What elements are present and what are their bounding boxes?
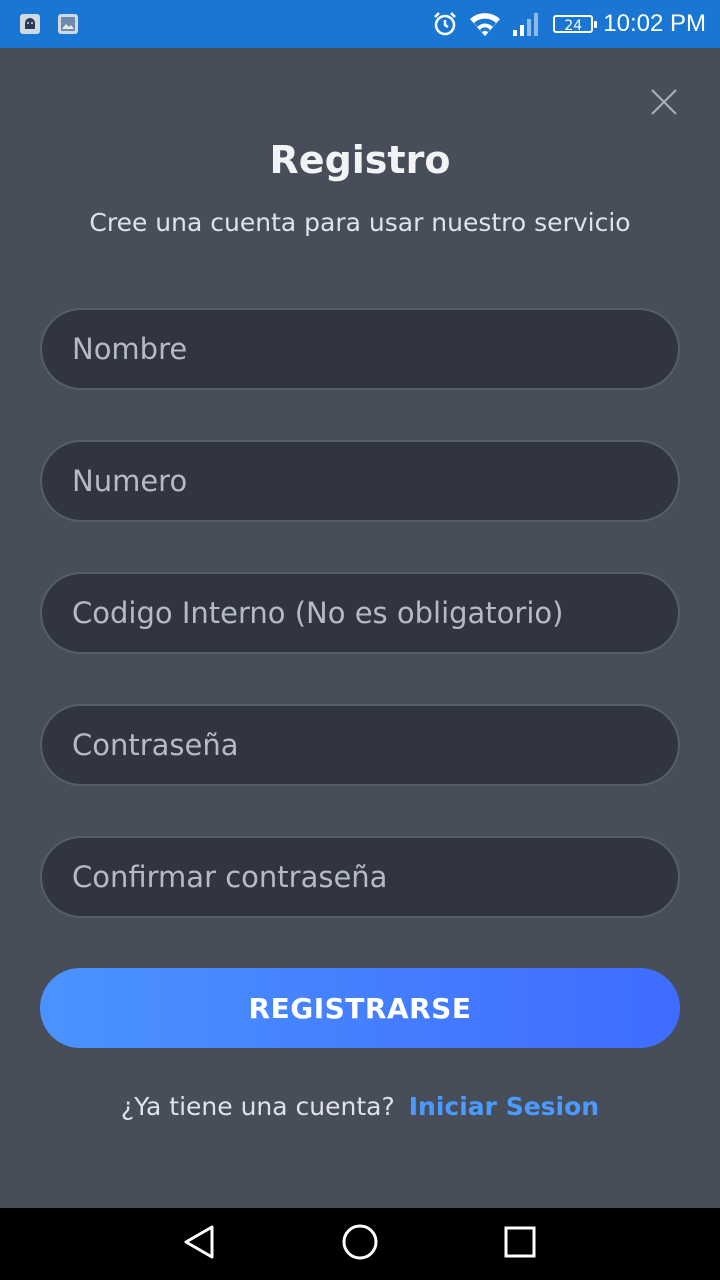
login-link[interactable]: Iniciar Sesion <box>409 1092 599 1121</box>
battery-icon: 24 <box>553 15 598 34</box>
page-subtitle: Cree una cuenta para usar nuestro servic… <box>89 208 631 237</box>
status-time: 10:02 PM <box>603 10 706 37</box>
login-question: ¿Ya tiene una cuenta? <box>120 1092 395 1121</box>
nombre-field[interactable] <box>40 308 680 390</box>
numero-field[interactable] <box>40 440 680 522</box>
android-notification-icon <box>18 12 42 36</box>
recents-icon <box>503 1225 537 1263</box>
wifi-icon <box>469 10 501 38</box>
back-icon <box>182 1224 218 1264</box>
status-bar: 24 10:02 PM <box>0 0 720 48</box>
page-title: Registro <box>269 138 451 182</box>
login-prompt: ¿Ya tiene una cuenta? Iniciar Sesion <box>0 1092 720 1121</box>
close-button[interactable] <box>644 84 684 124</box>
password-field[interactable] <box>40 704 680 786</box>
image-notification-icon <box>56 12 80 36</box>
register-button[interactable]: REGISTRARSE <box>40 968 680 1048</box>
confirm-password-field[interactable] <box>40 836 680 918</box>
back-button[interactable] <box>180 1224 220 1264</box>
recents-button[interactable] <box>500 1224 540 1264</box>
codigo-interno-field[interactable] <box>40 572 680 654</box>
navigation-bar <box>0 1208 720 1280</box>
alarm-icon <box>431 10 459 38</box>
home-button[interactable] <box>340 1224 380 1264</box>
signal-icon <box>511 10 543 38</box>
home-icon <box>341 1223 379 1265</box>
close-icon <box>649 87 679 121</box>
